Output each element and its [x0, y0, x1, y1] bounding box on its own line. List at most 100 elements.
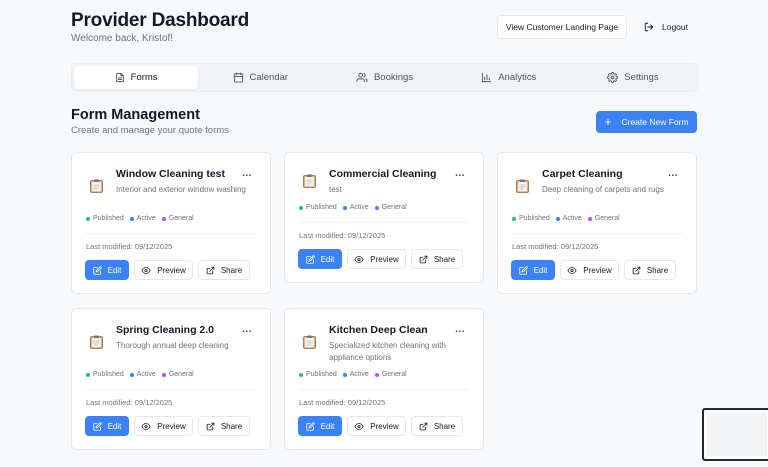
tab-settings[interactable]: Settings: [571, 66, 695, 89]
form-description: Specialized kitchen cleaning with applia…: [329, 341, 446, 362]
edit-button[interactable]: Edit: [298, 416, 342, 436]
create-new-form-button[interactable]: + Create New Form: [596, 111, 697, 133]
logout-button[interactable]: Logout: [640, 15, 695, 39]
status-dot: [129, 216, 134, 221]
status-dot: [342, 205, 347, 210]
section-title: Form Management: [71, 107, 200, 123]
preview-button[interactable]: Preview: [347, 249, 406, 269]
edit-label: Edit: [533, 265, 548, 275]
card-actions: Edit Preview Share: [85, 416, 250, 436]
preview-thumbnail-image: [707, 413, 767, 456]
edit-label: Edit: [107, 265, 122, 275]
status-dot: [374, 205, 379, 210]
status-badge-label: General: [381, 371, 407, 378]
eye-icon: [354, 255, 364, 263]
more-options-button[interactable]: ...: [455, 324, 465, 335]
status-badge: General: [161, 371, 194, 378]
view-customer-landing-label: View Customer Landing Page: [505, 22, 619, 32]
preview-label: Preview: [370, 421, 399, 431]
edit-label: Edit: [107, 421, 122, 431]
share-label: Share: [220, 421, 243, 431]
preview-button[interactable]: Preview: [347, 416, 406, 436]
plus-icon: +: [604, 115, 612, 129]
status-badge: Active: [342, 371, 369, 378]
clipboard-icon: [303, 335, 316, 349]
more-options-button[interactable]: ...: [242, 168, 252, 179]
edit-button[interactable]: Edit: [511, 260, 555, 280]
status-dot: [161, 216, 166, 221]
more-options-button[interactable]: ...: [455, 168, 465, 179]
status-badge: Published: [86, 215, 124, 222]
share-button[interactable]: Share: [198, 260, 250, 280]
status-badge-label: Active: [349, 204, 369, 211]
share-button[interactable]: Share: [411, 416, 463, 436]
status-badge-label: Published: [93, 215, 124, 222]
last-modified: Last modified: 09/12/2025: [86, 242, 173, 251]
preview-thumbnail[interactable]: [702, 408, 768, 461]
file-icon: [115, 72, 124, 83]
form-card: Commercial Cleaning ... test Published Ac…: [284, 152, 484, 283]
view-customer-landing-button[interactable]: View Customer Landing Page: [497, 15, 627, 39]
tab-forms[interactable]: Forms: [74, 66, 199, 89]
share-button[interactable]: Share: [624, 260, 676, 280]
external-link-icon: [206, 266, 215, 274]
users-icon: [356, 72, 368, 83]
edit-button[interactable]: Edit: [85, 416, 129, 436]
edit-button[interactable]: Edit: [298, 249, 342, 269]
status-dot: [129, 372, 134, 377]
form-title: Kitchen Deep Clean: [329, 324, 428, 336]
share-button[interactable]: Share: [411, 249, 463, 269]
status-badge-label: Published: [519, 215, 550, 222]
edit-icon: [92, 265, 102, 275]
share-button[interactable]: Share: [198, 416, 250, 436]
preview-button[interactable]: Preview: [560, 260, 619, 280]
external-link-icon: [632, 266, 641, 274]
page-header: Provider Dashboard Welcome back, Kristof…: [71, 10, 249, 44]
edit-label: Edit: [320, 421, 335, 431]
status-dot: [374, 372, 379, 377]
form-title: Spring Cleaning 2.0: [116, 324, 215, 336]
status-badge: Published: [512, 215, 550, 222]
status-dot: [161, 372, 166, 377]
preview-button[interactable]: Preview: [134, 260, 193, 280]
clipboard-icon: [90, 335, 103, 349]
status-dot: [86, 216, 90, 221]
status-badge: Active: [555, 215, 582, 222]
logout-label: Logout: [662, 22, 688, 32]
form-card: Carpet Cleaning ... Deep cleaning of car…: [497, 152, 697, 294]
form-description: Interior and exterior window washing: [116, 185, 246, 194]
status-dot: [299, 205, 303, 210]
last-modified: Last modified: 09/12/2025: [299, 398, 386, 407]
clipboard-icon: [516, 179, 529, 193]
status-dot: [86, 372, 90, 377]
more-options-button[interactable]: ...: [668, 168, 678, 179]
form-card: Spring Cleaning 2.0 ... Thorough annual …: [71, 308, 271, 450]
clipboard-icon: [90, 179, 103, 193]
status-badges: Published Active General: [86, 215, 194, 222]
logout-icon: [644, 22, 654, 32]
tab-calendar-label: Calendar: [249, 72, 289, 83]
form-card: Kitchen Deep Clean ... Specialized kitch…: [284, 308, 484, 450]
status-badge: Published: [86, 371, 124, 378]
status-badges: Published Active General: [86, 371, 194, 378]
tab-analytics[interactable]: Analytics: [447, 66, 571, 89]
edit-button[interactable]: Edit: [85, 260, 129, 280]
status-badge-label: General: [381, 204, 407, 211]
tab-forms-label: Forms: [130, 72, 158, 83]
tab-calendar[interactable]: Calendar: [198, 66, 322, 89]
share-label: Share: [433, 421, 456, 431]
external-link-icon: [419, 422, 428, 430]
dashboard-tabs: Forms Calendar Bookings Analytics Settin…: [71, 63, 698, 92]
share-label: Share: [646, 265, 669, 275]
tab-analytics-label: Analytics: [498, 72, 537, 83]
preview-label: Preview: [370, 254, 399, 264]
status-badge-label: Active: [136, 371, 156, 378]
more-options-button[interactable]: ...: [242, 324, 252, 335]
create-new-form-label: Create New Form: [621, 117, 689, 127]
status-dot: [512, 216, 516, 221]
eye-icon: [141, 422, 151, 430]
gear-icon: [607, 72, 619, 83]
preview-button[interactable]: Preview: [134, 416, 193, 436]
status-badge-label: Published: [306, 371, 337, 378]
tab-bookings[interactable]: Bookings: [322, 66, 446, 89]
